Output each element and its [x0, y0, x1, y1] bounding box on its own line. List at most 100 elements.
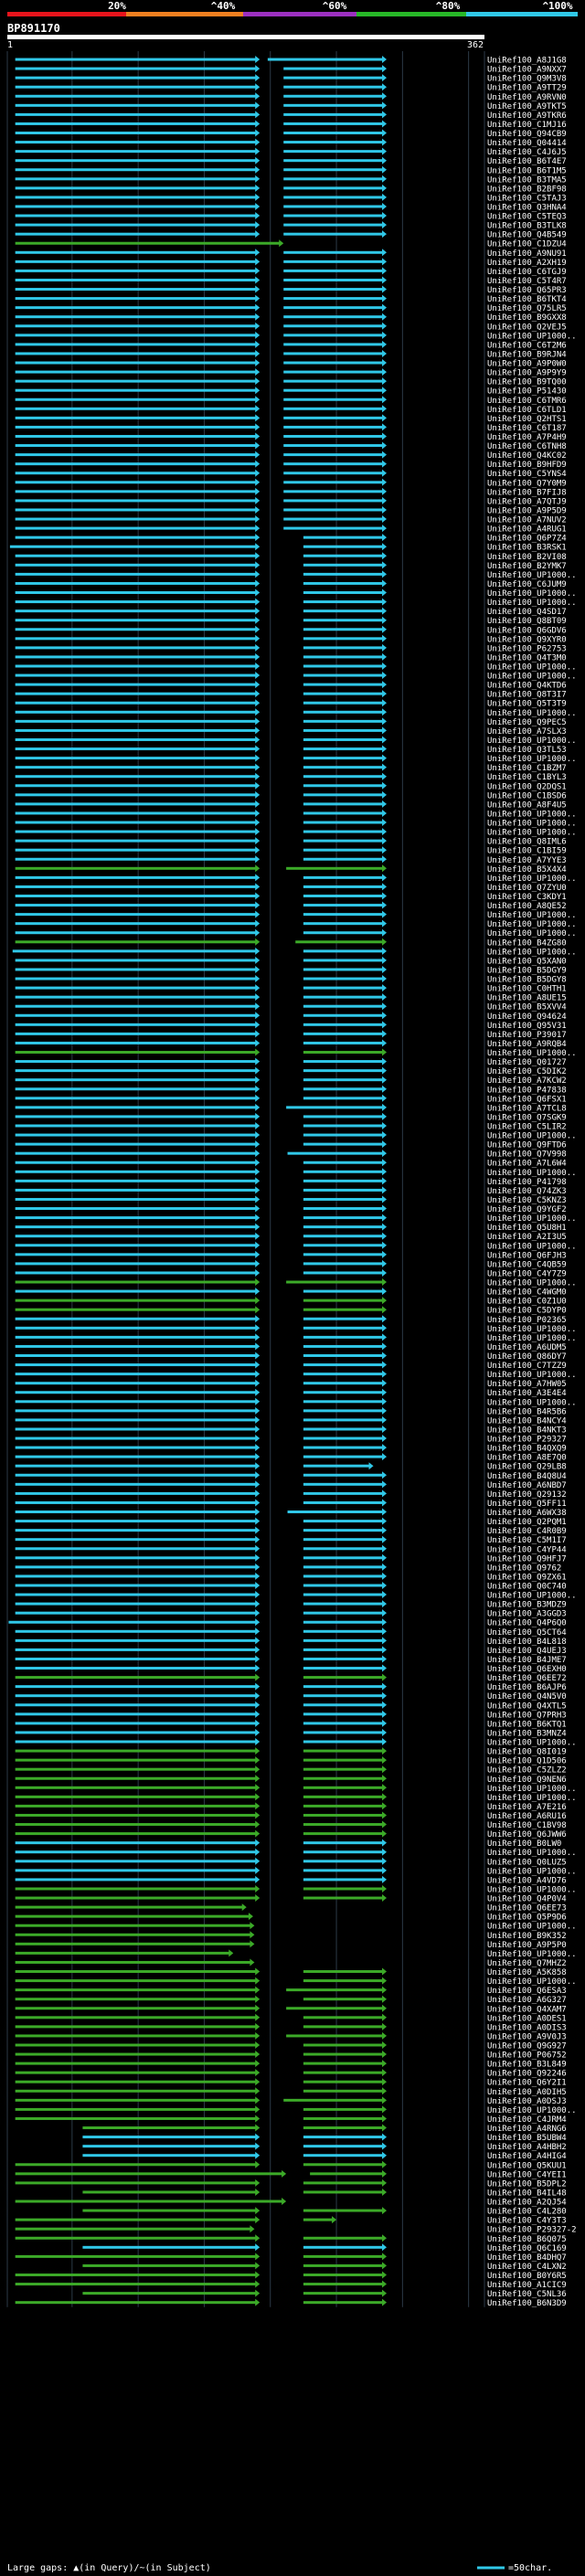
hit-label[interactable]: UniRef100_P06752	[487, 2051, 567, 2061]
hit-label[interactable]: UniRef100_C5LIR2	[487, 1122, 567, 1131]
hit-label[interactable]: UniRef100_Q9FTD6	[487, 1141, 567, 1150]
hit-label[interactable]: UniRef100_A2QJ54	[487, 2199, 567, 2208]
hit-label[interactable]: UniRef100_UP1000..	[487, 1592, 577, 1601]
hit-label[interactable]: UniRef100_B6Q075	[487, 2235, 567, 2244]
hit-label[interactable]: UniRef100_A8F4U5	[487, 800, 567, 810]
hit-label[interactable]: UniRef100_B5X4X4	[487, 865, 567, 875]
hit-label[interactable]: UniRef100_Q5CT64	[487, 1628, 567, 1638]
hit-label[interactable]: UniRef100_UP1000..	[487, 332, 577, 341]
hit-label[interactable]: UniRef100_C5ZLZ2	[487, 1766, 567, 1776]
hit-label[interactable]: UniRef100_UP1000..	[487, 599, 577, 608]
hit-label[interactable]: UniRef100_A7L6W4	[487, 1160, 567, 1169]
hit-label[interactable]: UniRef100_Q5FF11	[487, 1500, 567, 1509]
hit-label[interactable]: UniRef100_Q6GDV6	[487, 626, 567, 635]
hit-label[interactable]: UniRef100_Q65PR3	[487, 286, 567, 295]
hit-label[interactable]: UniRef100_A9P9Y9	[487, 369, 567, 378]
hit-label[interactable]: UniRef100_B5DGY9	[487, 966, 567, 975]
hit-label[interactable]: UniRef100_Q4UEJ3	[487, 1647, 567, 1656]
hit-label[interactable]: UniRef100_UP1000..	[487, 1279, 577, 1288]
hit-label[interactable]: UniRef100_UP1000..	[487, 948, 577, 957]
hit-label[interactable]: UniRef100_UP1000..	[487, 1849, 577, 1858]
hit-label[interactable]: UniRef100_Q9XYR0	[487, 635, 567, 644]
hit-label[interactable]: UniRef100_Q94624	[487, 1012, 567, 1022]
hit-label[interactable]: UniRef100_A6RU16	[487, 1812, 567, 1821]
hit-label[interactable]: UniRef100_C4WGM0	[487, 1288, 567, 1298]
hit-label[interactable]: UniRef100_C0Z1U0	[487, 1298, 567, 1307]
hit-label[interactable]: UniRef100_Q2DQS1	[487, 782, 567, 791]
hit-label[interactable]: UniRef100_Q29LB8	[487, 1463, 567, 1472]
hit-label[interactable]: UniRef100_Q4B549	[487, 231, 567, 240]
hit-label[interactable]: UniRef100_B6TKT4	[487, 295, 567, 304]
hit-label[interactable]: UniRef100_C5DYP0	[487, 1307, 567, 1316]
hit-label[interactable]: UniRef100_A7HW05	[487, 1380, 567, 1389]
hit-label[interactable]: UniRef100_C6TGJ9	[487, 268, 567, 277]
hit-label[interactable]: UniRef100_Q8IML6	[487, 838, 567, 847]
hit-label[interactable]: UniRef100_A9RQB4	[487, 1040, 567, 1049]
hit-label[interactable]: UniRef100_P47838	[487, 1086, 567, 1095]
hit-label[interactable]: UniRef100_A6WX38	[487, 1509, 567, 1518]
hit-label[interactable]: UniRef100_B4NKT3	[487, 1426, 567, 1435]
hit-label[interactable]: UniRef100_C7TZZ9	[487, 1362, 567, 1371]
hit-label[interactable]: UniRef100_Q5XAN0	[487, 957, 567, 966]
hit-label[interactable]: UniRef100_Q4T3M0	[487, 653, 567, 663]
hit-label[interactable]: UniRef100_UP1000..	[487, 1739, 577, 1748]
hit-label[interactable]: UniRef100_B4QXQ9	[487, 1445, 567, 1454]
hit-label[interactable]: UniRef100_Q7V998	[487, 1150, 567, 1160]
hit-label[interactable]: UniRef100_Q3HNA4	[487, 203, 567, 212]
hit-label[interactable]: UniRef100_UP1000..	[487, 1785, 577, 1794]
hit-label[interactable]: UniRef100_C5TAJ3	[487, 194, 567, 203]
hit-label[interactable]: UniRef100_C5KNZ3	[487, 1196, 567, 1205]
hit-label[interactable]: UniRef100_C5YNS4	[487, 470, 567, 479]
hit-label[interactable]: UniRef100_Q6FSX1	[487, 1095, 567, 1104]
hit-label[interactable]: UniRef100_A0DIS3	[487, 2023, 567, 2032]
hit-label[interactable]: UniRef100_Q7ZYU0	[487, 884, 567, 893]
hit-label[interactable]: UniRef100_P29327	[487, 1436, 567, 1445]
hit-label[interactable]: UniRef100_UP1000..	[487, 2106, 577, 2115]
hit-label[interactable]: UniRef100_Q9G927	[487, 2041, 567, 2051]
hit-label[interactable]: UniRef100_UP1000..	[487, 571, 577, 580]
hit-label[interactable]: UniRef100_UP1000..	[487, 1398, 577, 1407]
hit-label[interactable]: UniRef100_A8UE15	[487, 994, 567, 1003]
hit-label[interactable]: UniRef100_A9TKT5	[487, 102, 567, 111]
hit-label[interactable]: UniRef100_UP1000..	[487, 1885, 577, 1894]
hit-label[interactable]: UniRef100_UP1000..	[487, 737, 577, 746]
hit-label[interactable]: UniRef100_UP1000..	[487, 1867, 577, 1876]
hit-label[interactable]: UniRef100_B0Y6R5	[487, 2272, 567, 2281]
hit-label[interactable]: UniRef100_UP1000..	[487, 920, 577, 929]
hit-label[interactable]: UniRef100_B9GXX8	[487, 313, 567, 323]
hit-label[interactable]: UniRef100_Q86DY7	[487, 1352, 567, 1362]
hit-label[interactable]: UniRef100_B7FIJ8	[487, 488, 567, 497]
hit-label[interactable]: UniRef100_UP1000..	[487, 1325, 577, 1334]
hit-label[interactable]: UniRef100_C5NL36	[487, 2290, 567, 2299]
hit-label[interactable]: UniRef100_C4Y7Z9	[487, 1269, 567, 1278]
hit-label[interactable]: UniRef100_Q6C169	[487, 2244, 567, 2253]
hit-label[interactable]: UniRef100_Q7MHZ2	[487, 1959, 567, 1968]
hit-label[interactable]: UniRef100_A7QTJ9	[487, 497, 567, 506]
hit-label[interactable]: UniRef100_A9P5P0	[487, 1941, 567, 1950]
hit-label[interactable]: UniRef100_C4QB59	[487, 1260, 567, 1269]
hit-label[interactable]: UniRef100_B5DPL2	[487, 2179, 567, 2189]
hit-label[interactable]: UniRef100_Q6ESA3	[487, 1987, 567, 1996]
hit-label[interactable]: UniRef100_UP1000..	[487, 911, 577, 920]
hit-label[interactable]: UniRef100_Q7PRH3	[487, 1711, 567, 1720]
hit-label[interactable]: UniRef100_Q74ZK3	[487, 1187, 567, 1196]
hit-label[interactable]: UniRef100_A0DIH5	[487, 2088, 567, 2097]
hit-label[interactable]: UniRef100_C1BI59	[487, 847, 567, 856]
hit-label[interactable]: UniRef100_B6KTQ1	[487, 1720, 567, 1729]
hit-label[interactable]: UniRef100_Q29132	[487, 1490, 567, 1500]
hit-label[interactable]: UniRef100_C6T2M6	[487, 341, 567, 350]
hit-label[interactable]: UniRef100_C6T187	[487, 424, 567, 433]
hit-label[interactable]: UniRef100_A6G327	[487, 1996, 567, 2005]
hit-label[interactable]: UniRef100_B3MNZ4	[487, 1729, 567, 1738]
hit-label[interactable]: UniRef100_Q8I019	[487, 1748, 567, 1757]
hit-label[interactable]: UniRef100_B6AJP6	[487, 1683, 567, 1692]
hit-label[interactable]: UniRef100_A4HBH2	[487, 2143, 567, 2152]
hit-label[interactable]: UniRef100_B3TMA5	[487, 175, 567, 185]
hit-label[interactable]: UniRef100_Q2VEJ5	[487, 323, 567, 332]
hit-label[interactable]: UniRef100_UP1000..	[487, 820, 577, 829]
hit-label[interactable]: UniRef100_A2XH19	[487, 259, 567, 268]
hit-label[interactable]: UniRef100_UP1000..	[487, 829, 577, 838]
hit-label[interactable]: UniRef100_A6NBD7	[487, 1481, 567, 1490]
hit-label[interactable]: UniRef100_A1CIC9	[487, 2281, 567, 2290]
hit-label[interactable]: UniRef100_B5XVV4	[487, 1003, 567, 1012]
